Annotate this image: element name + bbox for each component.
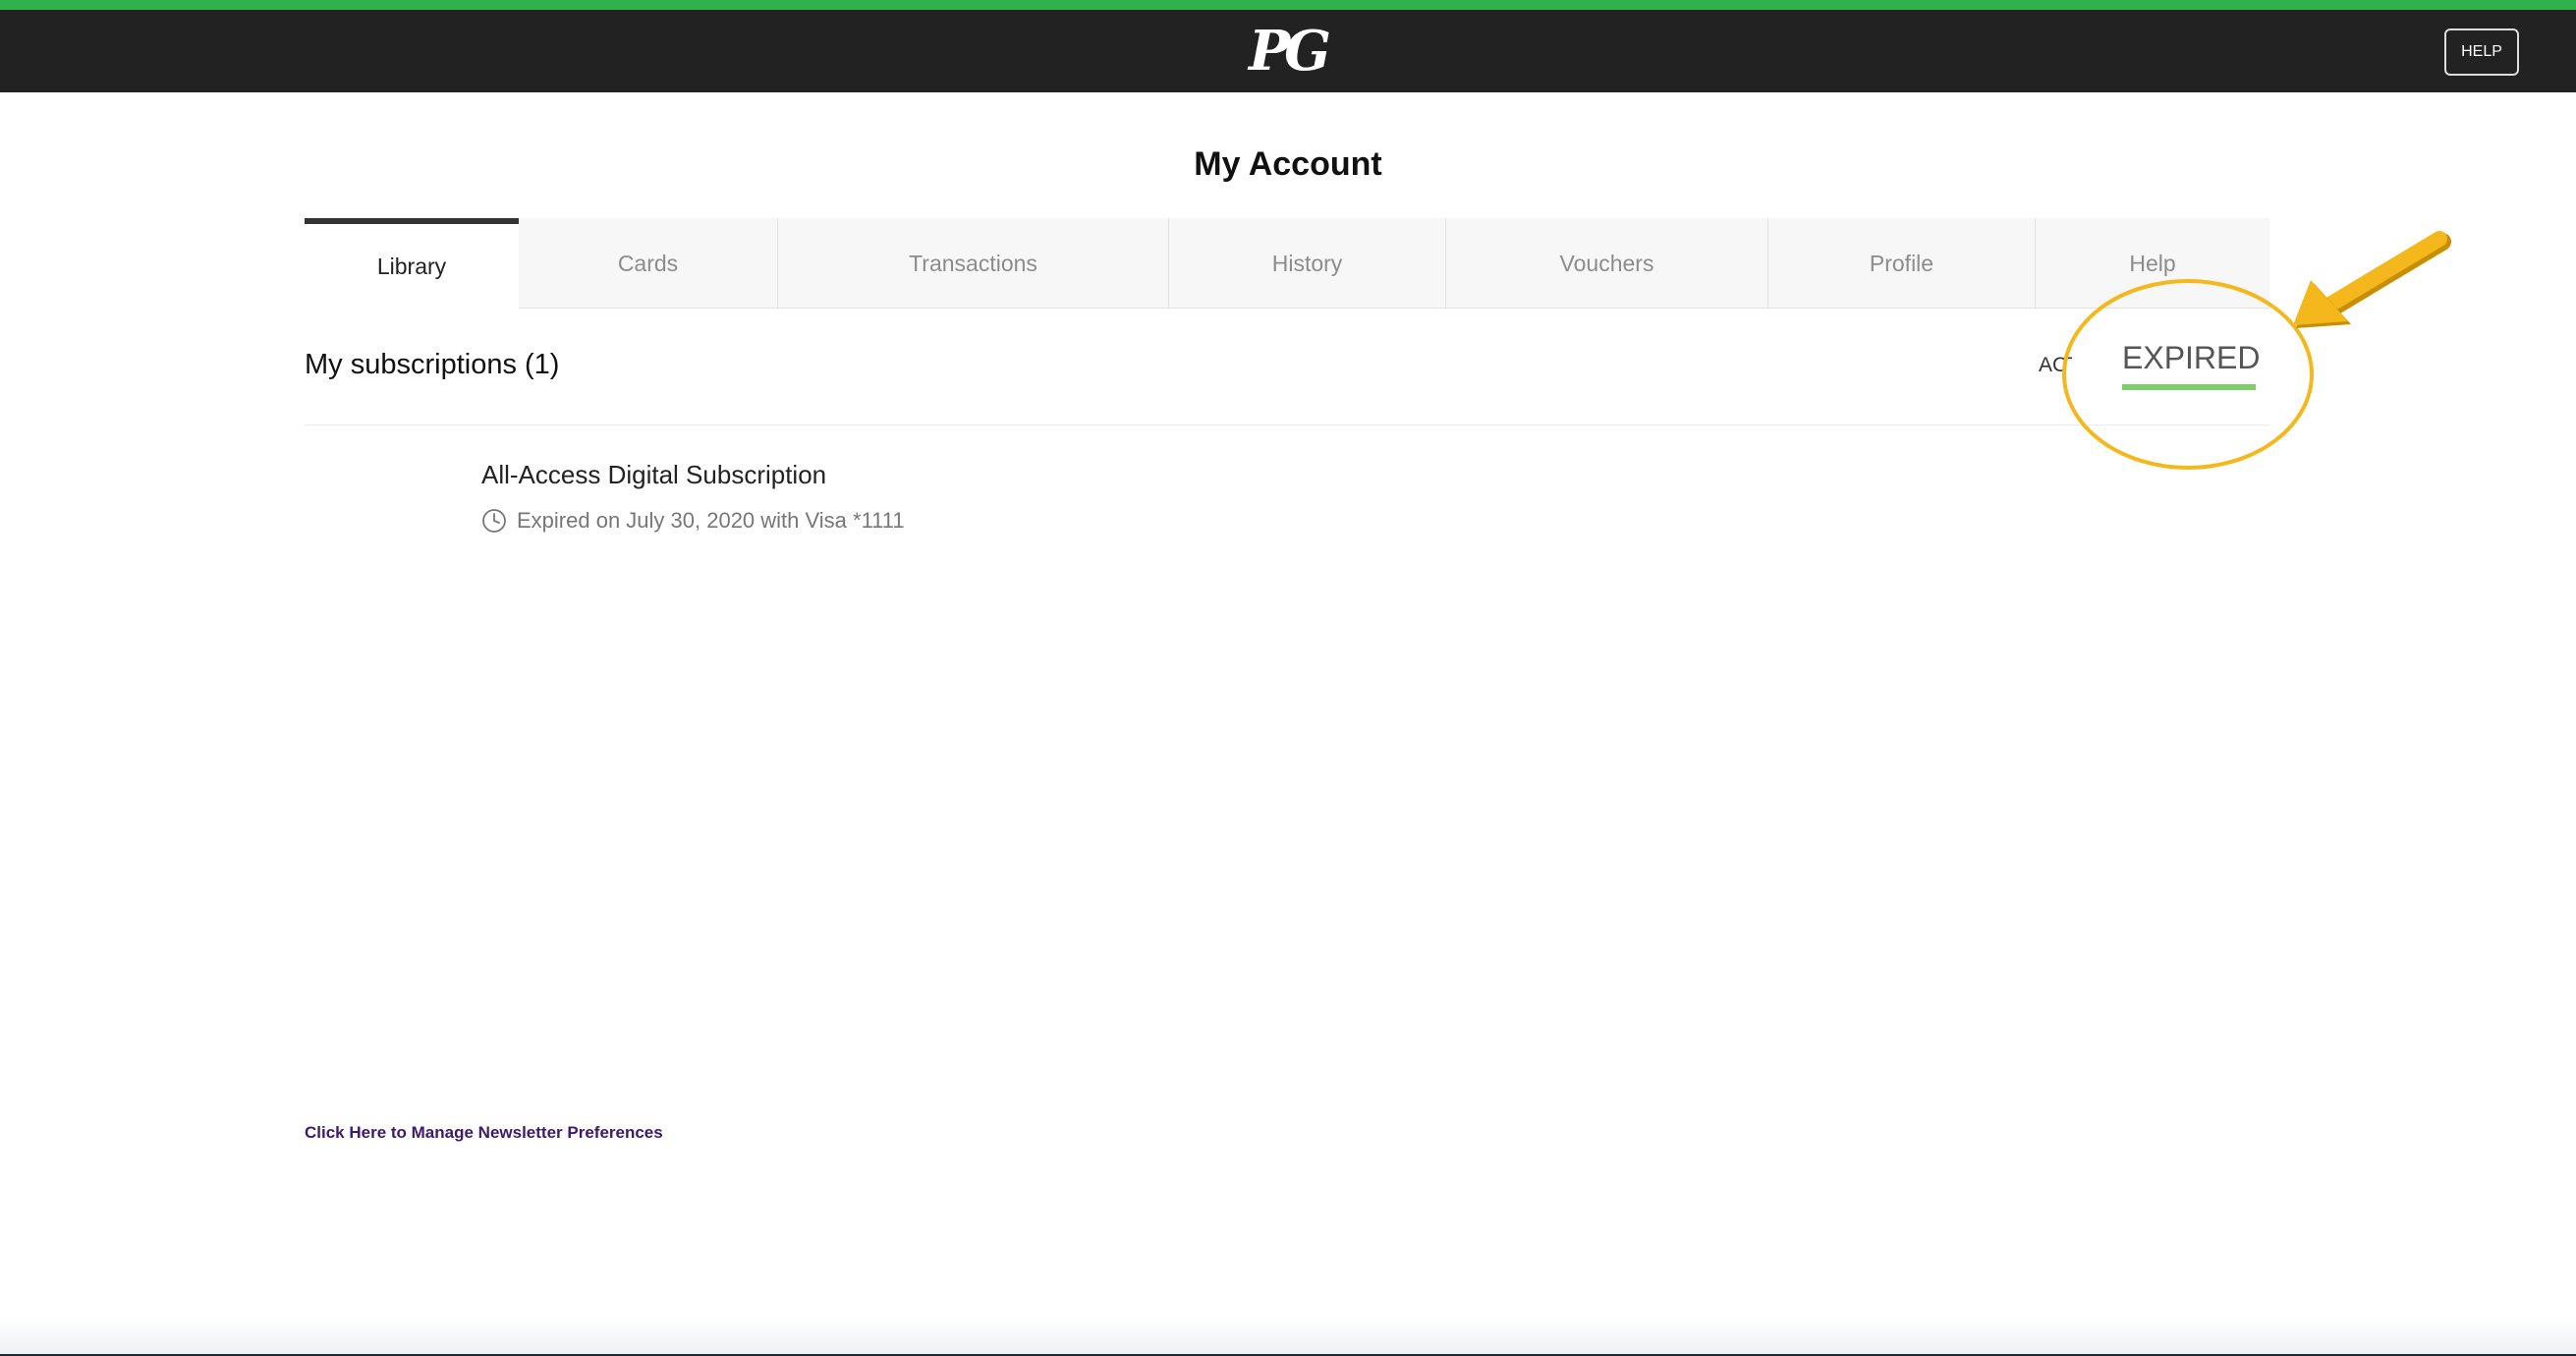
window-bottom-fade bbox=[0, 1317, 2576, 1354]
tab-vouchers[interactable]: Vouchers bbox=[1446, 218, 1768, 309]
top-navigation-bar: PG HELP bbox=[0, 10, 2576, 92]
subscription-name: All-Access Digital Subscription bbox=[481, 460, 827, 489]
subscription-item: All-Access Digital Subscription Expired … bbox=[481, 460, 905, 534]
header-help-button[interactable]: HELP bbox=[2444, 28, 2519, 76]
tab-profile[interactable]: Profile bbox=[1768, 218, 2036, 309]
tab-library[interactable]: Library bbox=[305, 218, 519, 309]
annotation-overlay bbox=[2062, 231, 2451, 470]
clock-icon bbox=[482, 509, 506, 533]
tab-cards[interactable]: Cards bbox=[519, 218, 778, 309]
account-tabs: Library Cards Transactions History Vouch… bbox=[305, 218, 2269, 309]
pg-logo[interactable]: PG bbox=[1238, 20, 1336, 83]
subscriptions-heading: My subscriptions (1) bbox=[305, 349, 560, 380]
subscription-status: Expired on July 30, 2020 with Visa *1111 bbox=[481, 508, 905, 534]
section-divider bbox=[305, 424, 2269, 425]
page-title: My Account bbox=[1194, 145, 1382, 183]
tab-transactions[interactable]: Transactions bbox=[778, 218, 1169, 309]
newsletter-preferences-link[interactable]: Click Here to Manage Newsletter Preferen… bbox=[305, 1123, 663, 1143]
tab-history[interactable]: History bbox=[1169, 218, 1446, 309]
annotation-circle bbox=[2062, 279, 2314, 470]
subscription-status-text: Expired on July 30, 2020 with Visa *1111 bbox=[517, 508, 905, 533]
top-accent-strip bbox=[0, 0, 2576, 10]
arrow-annotation-icon bbox=[2293, 231, 2451, 328]
